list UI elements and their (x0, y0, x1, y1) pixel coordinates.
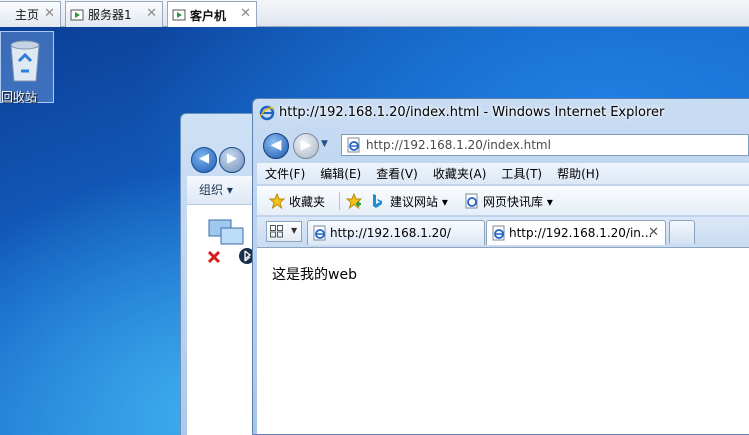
ie-tab-2-label: http://192.168.1.20/in... (509, 226, 653, 240)
page-icon (347, 137, 360, 153)
new-tab-button[interactable] (669, 220, 695, 244)
vm-tab-server1-label: 服务器1 (88, 8, 132, 22)
add-favorite-icon[interactable] (346, 193, 362, 209)
menu-help[interactable]: 帮助(H) (557, 165, 599, 182)
desktop: 回收站 ◀ ▶ 组织 ▾ http://192.168.1.20/index.h… (0, 27, 749, 435)
chevron-down-icon[interactable]: ▼ (321, 139, 328, 149)
grid-icon (270, 225, 283, 238)
vm-tab-client-label: 客户机 (190, 8, 227, 23)
recycle-bin-label: 回收站 (1, 90, 38, 104)
vm-tab-home-label: 主页 (15, 8, 40, 22)
close-icon[interactable]: ✕ (648, 225, 659, 240)
favorites-bar: 收藏夹 建议网站 ▾ 网页快讯库 ▾ (257, 186, 749, 216)
ie-window[interactable]: http://192.168.1.20/index.html - Windows… (252, 98, 749, 435)
vm-tab-home[interactable]: 主页 ✕ (0, 1, 61, 27)
network-icon (207, 219, 255, 264)
close-icon[interactable]: ✕ (44, 6, 55, 21)
ie-logo-icon (259, 105, 275, 121)
menu-view[interactable]: 查看(V) (376, 165, 418, 182)
chevron-down-icon[interactable]: ▼ (291, 226, 297, 235)
menu-favorites[interactable]: 收藏夹(A) (433, 165, 487, 182)
recycle-bin[interactable]: 回收站 (0, 31, 54, 104)
page-icon (313, 225, 326, 241)
vm-machine-icon (70, 9, 84, 20)
explorer-back-button[interactable]: ◀ (191, 147, 217, 173)
page-content-text: 这是我的web (272, 267, 357, 283)
close-icon[interactable]: ✕ (240, 6, 251, 21)
menu-file[interactable]: 文件(F) (265, 165, 305, 182)
web-slice-gallery-button[interactable]: 网页快讯库 ▾ (483, 193, 553, 210)
quick-tabs-button[interactable]: ▼ (266, 221, 302, 242)
ie-title: http://192.168.1.20/index.html - Windows… (279, 105, 665, 120)
suggested-sites-button[interactable]: 建议网站 ▾ (390, 193, 448, 210)
close-icon[interactable]: ✕ (146, 6, 157, 21)
ie-tab-1[interactable]: http://192.168.1.20/ (307, 220, 485, 245)
page-viewport: 这是我的web (257, 247, 749, 434)
star-icon (269, 193, 285, 209)
vm-tab-bar: 主页 ✕ 服务器1 ✕ 客户机 ✕ (0, 0, 749, 28)
vm-machine-icon (172, 9, 186, 21)
recycle-bin-icon (10, 40, 40, 82)
menu-edit[interactable]: 编辑(E) (320, 165, 361, 182)
address-bar[interactable]: http://192.168.1.20/index.html (341, 134, 749, 156)
address-text[interactable]: http://192.168.1.20/index.html (366, 138, 551, 152)
ie-tab-2[interactable]: http://192.168.1.20/in... ✕ (486, 220, 666, 245)
page-icon (492, 225, 505, 241)
vm-tab-server1[interactable]: 服务器1 ✕ (65, 1, 163, 27)
vm-tab-client[interactable]: 客户机 ✕ (167, 1, 257, 28)
favorites-button[interactable]: 收藏夹 (289, 193, 325, 210)
menu-bar: 文件(F) 编辑(E) 查看(V) 收藏夹(A) 工具(T) 帮助(H) (257, 163, 749, 185)
explorer-forward-button[interactable]: ▶ (219, 147, 245, 173)
ie-tab-1-label: http://192.168.1.20/ (330, 226, 451, 240)
divider (339, 192, 340, 210)
web-slice-icon (465, 193, 478, 209)
back-button[interactable]: ◀ (263, 133, 289, 159)
ie-tab-row: ▼ http://192.168.1.20/ http://192.168.1.… (257, 217, 749, 247)
menu-tools[interactable]: 工具(T) (501, 165, 542, 182)
bing-icon (373, 194, 382, 208)
forward-button[interactable]: ▶ (293, 133, 319, 159)
